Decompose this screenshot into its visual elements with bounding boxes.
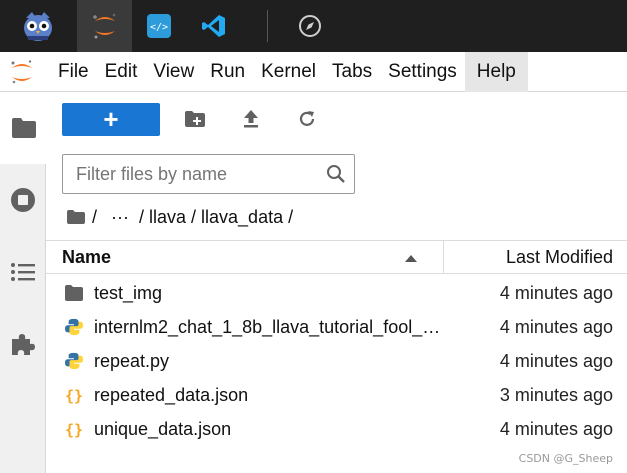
menu-settings[interactable]: Settings [380, 52, 465, 92]
sidebar-tab-toc[interactable] [0, 238, 46, 306]
menu-edit[interactable]: Edit [97, 52, 146, 92]
file-row[interactable]: {} unique_data.json 4 minutes ago [46, 412, 627, 446]
menu-file[interactable]: File [50, 52, 97, 92]
breadcrumb-path[interactable]: / llava / llava_data / [139, 207, 293, 228]
filter-files-input[interactable] [76, 163, 326, 185]
breadcrumb-ellipsis[interactable]: ··· [111, 207, 129, 228]
menu-help[interactable]: Help [464, 51, 528, 92]
file-name: repeat.py [94, 351, 170, 371]
file-name: unique_data.json [94, 419, 232, 439]
sidebar-tab-running[interactable] [0, 166, 46, 234]
column-divider[interactable] [443, 241, 444, 274]
menu-run[interactable]: Run [202, 52, 253, 92]
file-row[interactable]: test_img 4 minutes ago [46, 276, 627, 310]
vscode-app-icon[interactable] [195, 0, 233, 52]
new-folder-icon [185, 111, 205, 127]
refresh-icon [299, 111, 315, 126]
column-modified-header[interactable]: Last Modified [506, 241, 613, 274]
list-icon [11, 263, 35, 281]
sidebar-tab-file-browser[interactable] [0, 92, 47, 164]
file-list-header: Name Last Modified [46, 240, 627, 274]
file-row[interactable]: repeat.py 4 minutes ago [46, 344, 627, 378]
file-row[interactable]: internlm2_chat_1_8b_llava_tutorial_fool_… [46, 310, 627, 344]
file-row[interactable]: {} repeated_data.json 3 minutes ago [46, 378, 627, 412]
svg-text:{}: {} [65, 421, 83, 438]
dock-separator [267, 10, 268, 42]
python-file-icon [65, 318, 83, 336]
svg-text:{}: {} [65, 387, 83, 404]
app-dock: </> [0, 0, 627, 52]
svg-text:</>: </> [150, 22, 168, 33]
menu-bar: File Edit View Run Kernel Tabs Settings … [0, 51, 627, 92]
search-icon[interactable] [326, 164, 346, 184]
watermark: CSDN @G_Sheep [518, 452, 613, 465]
upload-button[interactable] [228, 103, 274, 136]
sort-ascending-icon[interactable] [405, 254, 417, 262]
file-modified: 4 minutes ago [499, 419, 613, 439]
file-name: internlm2_chat_1_8b_llava_tutorial_fool_… [94, 317, 446, 337]
file-modified: 4 minutes ago [499, 317, 613, 337]
file-browser-panel: + Filter files by name / ··· / llava / l… [46, 92, 627, 473]
owl-app-icon[interactable] [10, 0, 66, 52]
jupyter-app-icon[interactable] [77, 0, 132, 52]
puzzle-icon [12, 334, 35, 355]
column-name-header[interactable]: Name [62, 241, 111, 274]
stop-circle-icon [11, 188, 35, 212]
file-name: test_img [94, 283, 163, 303]
new-launcher-button[interactable]: + [62, 102, 160, 136]
menu-kernel[interactable]: Kernel [253, 52, 324, 92]
left-sidebar [0, 92, 47, 473]
breadcrumb: / ··· / llava / llava_data / [66, 204, 299, 230]
json-file-icon: {} [65, 387, 83, 404]
filter-field[interactable] [62, 154, 355, 194]
new-folder-button[interactable] [172, 103, 218, 136]
python-file-icon [65, 352, 83, 370]
upload-icon [244, 110, 258, 128]
file-modified: 4 minutes ago [499, 351, 613, 371]
compass-app-icon[interactable] [290, 0, 330, 52]
json-file-icon: {} [65, 421, 83, 438]
file-name: repeated_data.json [94, 385, 249, 405]
breadcrumb-home[interactable] [66, 207, 86, 228]
file-browser-toolbar: + [62, 102, 330, 136]
folder-icon [67, 209, 85, 224]
file-list: test_img 4 minutes ago internlm2_chat_1_… [46, 276, 627, 446]
sidebar-tab-extensions[interactable] [0, 310, 46, 378]
breadcrumb-root-separator: / [92, 206, 98, 227]
folder-icon [11, 118, 36, 138]
menu-tabs[interactable]: Tabs [324, 52, 380, 92]
folder-icon [65, 285, 83, 301]
file-modified: 3 minutes ago [499, 385, 613, 405]
code-app-icon[interactable]: </> [140, 0, 178, 52]
file-modified: 4 minutes ago [499, 283, 613, 303]
refresh-button[interactable] [284, 103, 330, 136]
menu-view[interactable]: View [145, 52, 202, 92]
jupyter-logo-icon [0, 52, 44, 92]
